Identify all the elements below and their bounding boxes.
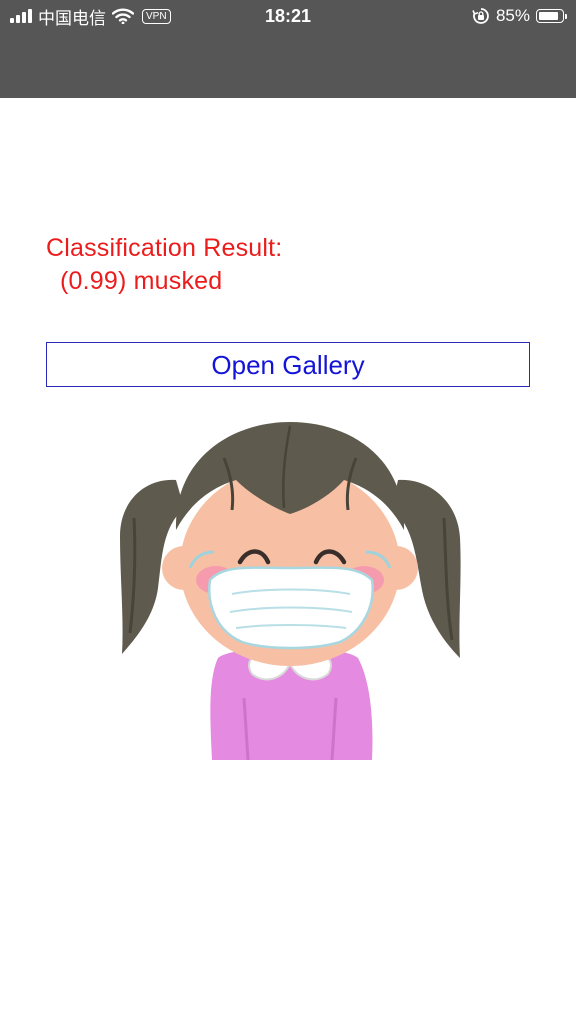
- girl-wearing-mask-illustration: [120, 422, 461, 760]
- orientation-lock-icon: [472, 8, 489, 24]
- status-right: 85%: [472, 4, 567, 28]
- battery-icon: [536, 9, 567, 23]
- classification-result: Classification Result: (0.99) musked: [46, 232, 282, 298]
- open-gallery-button[interactable]: Open Gallery: [46, 342, 530, 387]
- result-value: (0.99) musked: [60, 267, 223, 295]
- status-bar: 中国电信 VPN 18:21 85%: [0, 0, 576, 98]
- battery-level-fill: [539, 12, 558, 20]
- result-heading: Classification Result:: [46, 234, 283, 262]
- battery-percent: 85%: [495, 6, 530, 25]
